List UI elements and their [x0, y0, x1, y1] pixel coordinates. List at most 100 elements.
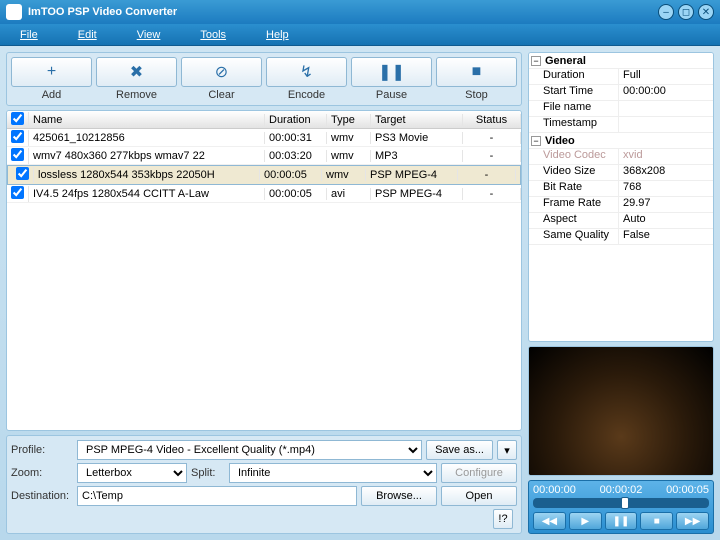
cell-target: PSP MPEG-4: [366, 169, 458, 181]
prev-button[interactable]: ◀◀: [533, 512, 566, 530]
remove-label: Remove: [116, 89, 157, 101]
prop-row[interactable]: Same QualityFalse: [529, 229, 713, 245]
col-name[interactable]: Name: [29, 114, 265, 126]
add-button[interactable]: +: [11, 57, 92, 87]
cell-status: -: [458, 169, 516, 181]
cell-name: 425061_10212856: [29, 132, 265, 144]
menu-view[interactable]: View: [137, 29, 161, 41]
player-controls: 00:00:00 00:00:02 00:00:05 ◀◀ ▶ ❚❚ ■ ▶▶: [528, 480, 714, 534]
save-as-button[interactable]: Save as...: [426, 440, 493, 460]
file-list: Name Duration Type Target Status 425061_…: [6, 110, 522, 431]
cell-target: PSP MPEG-4: [371, 188, 463, 200]
collapse-icon[interactable]: −: [531, 136, 541, 146]
time-end: 00:00:05: [666, 484, 709, 496]
maximize-button[interactable]: ◻: [678, 4, 694, 20]
cell-duration: 00:03:20: [265, 150, 327, 162]
prop-row[interactable]: Video Size368x208: [529, 165, 713, 181]
properties-panel: −General DurationFullStart Time00:00:00F…: [528, 52, 714, 342]
app-logo: [6, 4, 22, 20]
toolbar: + Add ✖ Remove ⊘ Clear ↯ Encode ❚❚ Pause ■ Sto…: [6, 52, 522, 106]
pause-media-button[interactable]: ❚❚: [605, 512, 638, 530]
row-checkbox[interactable]: [11, 130, 24, 143]
time-current: 00:00:02: [600, 484, 643, 496]
cell-target: MP3: [371, 150, 463, 162]
prop-row[interactable]: Frame Rate29.97: [529, 197, 713, 213]
prop-row[interactable]: Bit Rate768: [529, 181, 713, 197]
cell-duration: 00:00:05: [260, 169, 322, 181]
clear-button[interactable]: ⊘: [181, 57, 262, 87]
menu-file[interactable]: File: [20, 29, 38, 41]
menu-tools[interactable]: Tools: [200, 29, 226, 41]
row-checkbox[interactable]: [16, 167, 29, 180]
prop-row[interactable]: Start Time00:00:00: [529, 85, 713, 101]
destination-input[interactable]: [77, 486, 357, 506]
table-row[interactable]: wmv7 480x360 277kbps wmav7 2200:03:20wmv…: [7, 147, 521, 165]
pause-button[interactable]: ❚❚: [351, 57, 432, 87]
cell-duration: 00:00:31: [265, 132, 327, 144]
cell-duration: 00:00:05: [265, 188, 327, 200]
col-duration[interactable]: Duration: [265, 114, 327, 126]
encode-label: Encode: [288, 89, 325, 101]
row-checkbox[interactable]: [11, 186, 24, 199]
cell-name: lossless 1280x544 353kbps 22050H: [34, 169, 260, 181]
cell-status: -: [463, 188, 521, 200]
stop-media-button[interactable]: ■: [640, 512, 673, 530]
seek-slider[interactable]: [533, 498, 709, 508]
minimize-button[interactable]: –: [658, 4, 674, 20]
pause-label: Pause: [376, 89, 407, 101]
menubar: File Edit View Tools Help: [0, 24, 720, 46]
profile-label: Profile:: [11, 444, 73, 456]
cell-name: wmv7 480x360 277kbps wmav7 22: [29, 150, 265, 162]
section-video: Video: [545, 135, 575, 147]
prop-row[interactable]: Timestamp: [529, 117, 713, 133]
help-button[interactable]: !?: [493, 509, 513, 529]
save-as-dropdown[interactable]: ▾: [497, 440, 517, 460]
col-type[interactable]: Type: [327, 114, 371, 126]
close-button[interactable]: ✕: [698, 4, 714, 20]
select-all-checkbox[interactable]: [11, 112, 24, 125]
cell-type: wmv: [327, 150, 371, 162]
next-button[interactable]: ▶▶: [676, 512, 709, 530]
play-button[interactable]: ▶: [569, 512, 602, 530]
split-label: Split:: [191, 467, 225, 479]
collapse-icon[interactable]: −: [531, 56, 541, 66]
cell-type: avi: [327, 188, 371, 200]
prop-row[interactable]: AspectAuto: [529, 213, 713, 229]
prop-row[interactable]: Video Codecxvid: [529, 149, 713, 165]
configure-button[interactable]: Configure: [441, 463, 517, 483]
table-row[interactable]: 425061_1021285600:00:31wmvPS3 Movie-: [7, 129, 521, 147]
cell-type: wmv: [322, 169, 366, 181]
prop-row[interactable]: DurationFull: [529, 69, 713, 85]
window-title: ImTOO PSP Video Converter: [28, 6, 654, 18]
destination-label: Destination:: [11, 490, 73, 502]
zoom-label: Zoom:: [11, 467, 73, 479]
row-checkbox[interactable]: [11, 148, 24, 161]
cell-type: wmv: [327, 132, 371, 144]
menu-help[interactable]: Help: [266, 29, 289, 41]
zoom-select[interactable]: Letterbox: [77, 463, 187, 483]
prop-row[interactable]: File name: [529, 101, 713, 117]
cell-status: -: [463, 150, 521, 162]
video-preview[interactable]: [528, 346, 714, 476]
col-status[interactable]: Status: [463, 114, 521, 126]
cell-status: -: [463, 132, 521, 144]
clear-label: Clear: [208, 89, 234, 101]
add-label: Add: [42, 89, 62, 101]
stop-button[interactable]: ■: [436, 57, 517, 87]
encode-button[interactable]: ↯: [266, 57, 347, 87]
seek-thumb[interactable]: [621, 497, 629, 509]
section-general: General: [545, 55, 586, 67]
browse-button[interactable]: Browse...: [361, 486, 437, 506]
cell-target: PS3 Movie: [371, 132, 463, 144]
col-target[interactable]: Target: [371, 114, 463, 126]
table-row[interactable]: IV4.5 24fps 1280x544 CCITT A-Law00:00:05…: [7, 185, 521, 203]
profile-select[interactable]: PSP MPEG-4 Video - Excellent Quality (*.…: [77, 440, 422, 460]
remove-button[interactable]: ✖: [96, 57, 177, 87]
open-button[interactable]: Open: [441, 486, 517, 506]
split-select[interactable]: Infinite: [229, 463, 437, 483]
table-row[interactable]: lossless 1280x544 353kbps 22050H00:00:05…: [7, 165, 521, 185]
settings-panel: Profile: PSP MPEG-4 Video - Excellent Qu…: [6, 435, 522, 534]
stop-label: Stop: [465, 89, 488, 101]
cell-name: IV4.5 24fps 1280x544 CCITT A-Law: [29, 188, 265, 200]
menu-edit[interactable]: Edit: [78, 29, 97, 41]
